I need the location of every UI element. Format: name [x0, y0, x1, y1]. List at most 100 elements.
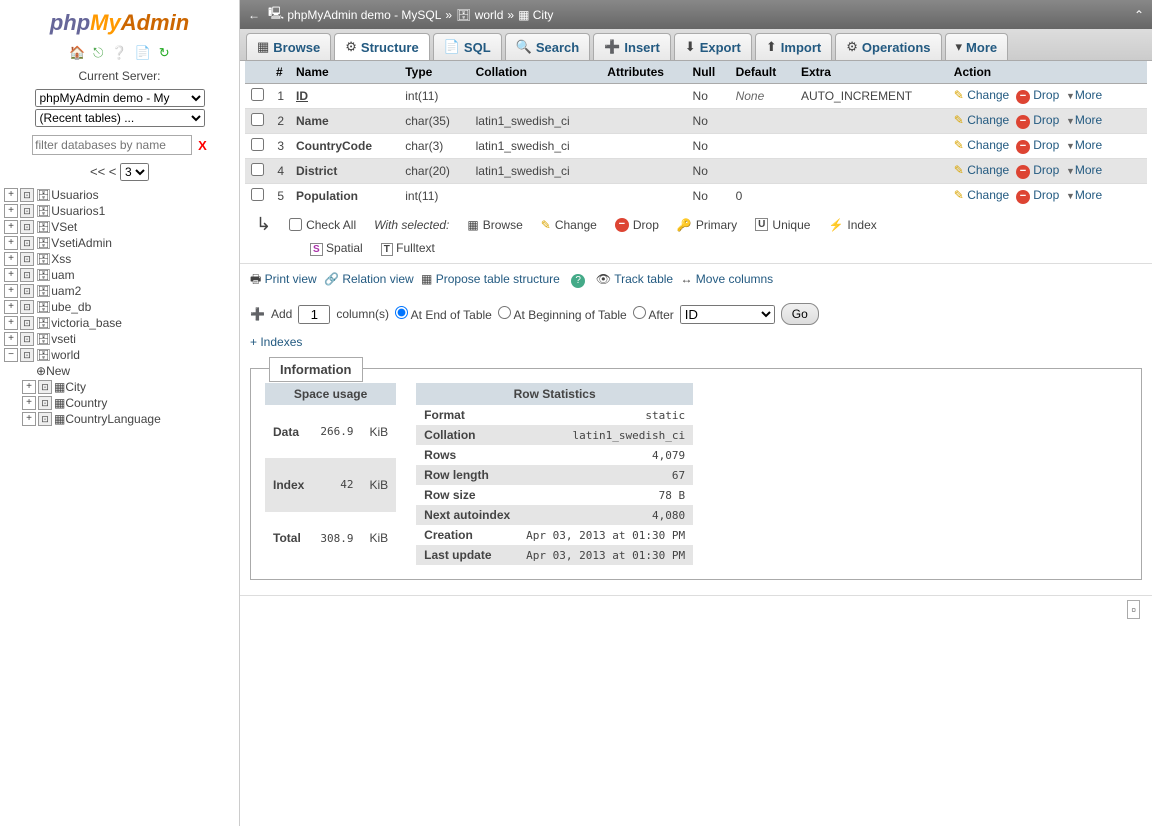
logout-icon[interactable]: ⎋: [93, 45, 103, 60]
collapse-icon[interactable]: −: [4, 348, 18, 362]
tab-browse[interactable]: ▦Browse: [246, 33, 331, 60]
table-item[interactable]: CountryLanguage: [65, 412, 160, 426]
link-icon[interactable]: ⊡: [20, 268, 34, 282]
link-icon[interactable]: ⊡: [20, 220, 34, 234]
change-link[interactable]: Change: [967, 113, 1009, 127]
table-item[interactable]: City: [65, 380, 86, 394]
tab-import[interactable]: ⬆Import: [755, 33, 832, 60]
print-link[interactable]: Print view: [265, 272, 317, 286]
column-name[interactable]: CountryCode: [296, 139, 372, 153]
go-button[interactable]: Go: [781, 303, 819, 325]
docs-icon[interactable]: ❔: [111, 45, 127, 60]
logo[interactable]: phpMyAdmin: [0, 5, 239, 41]
change-link[interactable]: Change: [967, 88, 1009, 102]
link-icon[interactable]: ⊡: [20, 252, 34, 266]
filter-clear-icon[interactable]: X: [198, 138, 207, 153]
change-link[interactable]: Change: [967, 188, 1009, 202]
add-end-radio[interactable]: [395, 306, 408, 319]
drop-link[interactable]: Drop: [1033, 163, 1059, 177]
link-icon[interactable]: ⊡: [20, 300, 34, 314]
link-icon[interactable]: ⊡: [38, 380, 52, 394]
bulk-primary[interactable]: 🔑 Primary: [677, 218, 737, 232]
breadcrumb-server[interactable]: phpMyAdmin demo - MySQL: [287, 8, 441, 22]
db-item[interactable]: Usuarios1: [51, 204, 105, 218]
link-icon[interactable]: ⊡: [20, 204, 34, 218]
expand-icon[interactable]: +: [4, 188, 18, 202]
more-link[interactable]: More: [1075, 188, 1102, 202]
bulk-index[interactable]: ⚡ Index: [828, 218, 876, 232]
expand-icon[interactable]: +: [4, 300, 18, 314]
db-item[interactable]: VSet: [51, 220, 77, 234]
indexes-toggle[interactable]: + Indexes: [240, 331, 1152, 353]
expand-icon[interactable]: +: [22, 380, 36, 394]
tab-more[interactable]: ▾More: [945, 33, 1009, 60]
table-item[interactable]: Country: [65, 396, 107, 410]
column-name[interactable]: ID: [296, 89, 308, 103]
drop-link[interactable]: Drop: [1033, 88, 1059, 102]
relation-link[interactable]: Relation view: [342, 272, 413, 286]
db-item[interactable]: Xss: [51, 252, 71, 266]
bookmark-icon[interactable]: ▫: [1127, 600, 1140, 619]
column-name[interactable]: District: [296, 164, 337, 178]
new-table[interactable]: New: [46, 364, 70, 378]
tab-sql[interactable]: 📄SQL: [433, 33, 502, 60]
link-icon[interactable]: ⊡: [38, 396, 52, 410]
db-item[interactable]: victoria_base: [51, 316, 122, 330]
expand-icon[interactable]: +: [4, 252, 18, 266]
home-icon[interactable]: 🏠: [69, 45, 85, 60]
recent-tables-select[interactable]: (Recent tables) ...: [35, 109, 205, 127]
link-icon[interactable]: ⊡: [20, 332, 34, 346]
add-after-radio[interactable]: [633, 306, 646, 319]
tab-insert[interactable]: ➕Insert: [593, 33, 671, 60]
row-checkbox[interactable]: [251, 88, 264, 101]
bulk-fulltext[interactable]: T Fulltext: [381, 241, 435, 255]
track-link[interactable]: Track table: [614, 272, 673, 286]
page-prev[interactable]: << <: [90, 164, 116, 179]
expand-icon[interactable]: +: [4, 268, 18, 282]
tab-export[interactable]: ⬇Export: [674, 33, 752, 60]
db-item[interactable]: uam2: [51, 284, 81, 298]
bulk-spatial[interactable]: S Spatial: [310, 241, 363, 255]
db-item-world[interactable]: world: [51, 348, 80, 362]
more-link[interactable]: More: [1075, 138, 1102, 152]
link-icon[interactable]: ⊡: [20, 348, 34, 362]
db-item[interactable]: VsetiAdmin: [51, 236, 112, 250]
bulk-change[interactable]: ✎ Change: [541, 218, 597, 232]
filter-databases-input[interactable]: [32, 135, 192, 155]
tab-search[interactable]: 🔍Search: [505, 33, 591, 60]
add-count-input[interactable]: [298, 305, 330, 324]
column-name[interactable]: Name: [296, 114, 329, 128]
breadcrumb-database[interactable]: world: [475, 8, 504, 22]
bulk-drop[interactable]: − Drop: [615, 218, 659, 232]
change-link[interactable]: Change: [967, 163, 1009, 177]
more-link[interactable]: More: [1075, 88, 1102, 102]
tab-structure[interactable]: ⚙Structure: [334, 33, 429, 60]
expand-icon[interactable]: +: [4, 204, 18, 218]
db-item[interactable]: Usuarios: [51, 188, 98, 202]
link-icon[interactable]: ⊡: [20, 316, 34, 330]
back-arrow-icon[interactable]: ←: [248, 8, 260, 22]
db-item[interactable]: ube_db: [51, 300, 91, 314]
help-icon[interactable]: ?: [571, 274, 585, 288]
drop-link[interactable]: Drop: [1033, 113, 1059, 127]
collapse-icon[interactable]: ⌃: [1134, 8, 1144, 22]
link-icon[interactable]: ⊡: [38, 412, 52, 426]
server-select[interactable]: phpMyAdmin demo - My: [35, 89, 205, 107]
page-select[interactable]: 3: [120, 163, 149, 181]
row-checkbox[interactable]: [251, 163, 264, 176]
link-icon[interactable]: ⊡: [20, 188, 34, 202]
tab-operations[interactable]: ⚙Operations: [835, 33, 941, 60]
check-all-checkbox[interactable]: [289, 218, 302, 231]
drop-link[interactable]: Drop: [1033, 188, 1059, 202]
bulk-browse[interactable]: ▦ Browse: [467, 218, 522, 232]
link-icon[interactable]: ⊡: [20, 284, 34, 298]
row-checkbox[interactable]: [251, 138, 264, 151]
row-checkbox[interactable]: [251, 188, 264, 201]
more-link[interactable]: More: [1075, 113, 1102, 127]
link-icon[interactable]: ⊡: [20, 236, 34, 250]
row-checkbox[interactable]: [251, 113, 264, 126]
expand-icon[interactable]: +: [4, 332, 18, 346]
add-begin-radio[interactable]: [498, 306, 511, 319]
expand-icon[interactable]: +: [4, 220, 18, 234]
breadcrumb-table[interactable]: City: [533, 8, 554, 22]
